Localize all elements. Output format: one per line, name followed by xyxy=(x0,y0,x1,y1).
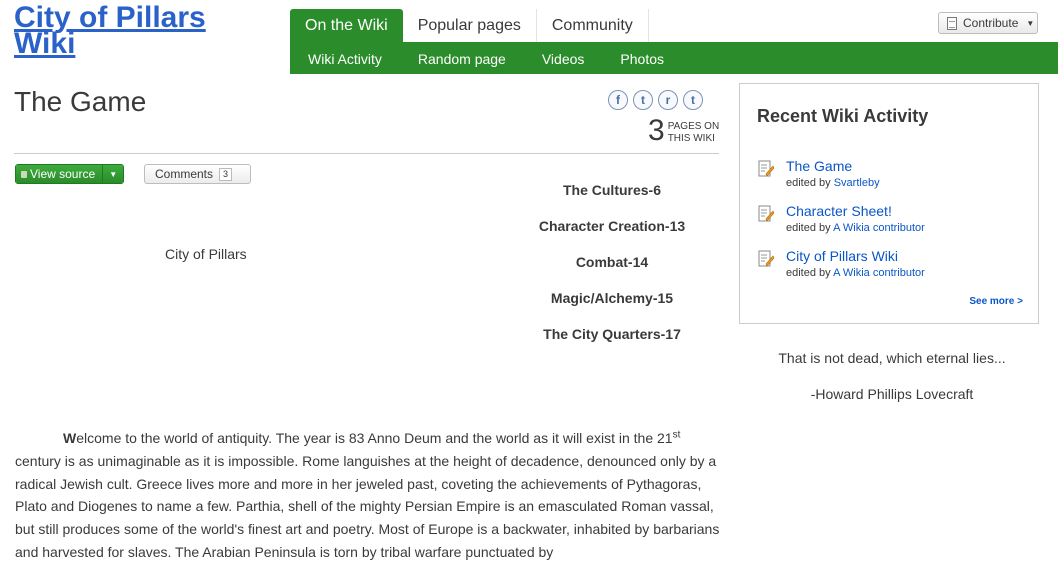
chevron-down-icon[interactable]: ▼ xyxy=(102,165,124,183)
see-more-link[interactable]: See more > xyxy=(969,296,1023,307)
view-source-label: View source xyxy=(30,167,96,181)
activity-item-meta: edited by A Wikia contributor xyxy=(786,222,925,234)
activity-item-user[interactable]: A Wikia contributor xyxy=(833,267,925,279)
contribute-label: Contribute xyxy=(963,16,1019,30)
article-intro-paragraph: Welcome to the world of antiquity. The y… xyxy=(15,427,723,564)
page-counter: 3 PAGES ON THIS WIKI xyxy=(648,116,723,146)
twitter-icon[interactable]: t xyxy=(633,90,653,110)
wiki-title-link[interactable]: City of Pillars Wiki xyxy=(14,3,254,59)
page-edit-icon xyxy=(758,205,774,222)
page-count-number: 3 xyxy=(648,114,665,147)
page-edit-icon xyxy=(758,250,774,267)
comments-label: Comments xyxy=(155,167,214,181)
intro-superscript: st xyxy=(672,429,681,441)
facebook-icon[interactable]: f xyxy=(608,90,628,110)
toc-item: The City Quarters-17 xyxy=(543,326,681,342)
page-title: The Game xyxy=(14,86,147,117)
activity-item-meta: edited by Svartleby xyxy=(786,177,880,189)
comments-button[interactable]: Comments 3 xyxy=(144,164,251,184)
activity-item-title[interactable]: City of Pillars Wiki xyxy=(786,248,898,264)
activity-item-title[interactable]: Character Sheet! xyxy=(786,203,892,219)
reddit-icon[interactable]: r xyxy=(658,90,678,110)
intro-text-part2: century is as unimaginable as it is impo… xyxy=(15,452,720,560)
page-edit-icon xyxy=(758,160,774,177)
header-divider xyxy=(14,153,719,154)
view-source-main[interactable]: View source xyxy=(16,165,103,183)
nav-tabs: On the Wiki Popular pages Community xyxy=(290,9,649,42)
quote-attribution: -Howard Phillips Lovecraft xyxy=(810,386,974,402)
subnav-photos[interactable]: Photos xyxy=(602,42,682,74)
document-icon xyxy=(947,16,957,30)
toc-item: The Cultures-6 xyxy=(562,182,661,198)
page-count-label: PAGES ON THIS WIKI xyxy=(667,121,720,144)
activity-item: The Game edited by Svartleby xyxy=(758,158,1028,194)
toc-item: Combat-14 xyxy=(575,254,649,270)
lock-icon xyxy=(21,170,27,178)
tab-community[interactable]: Community xyxy=(537,9,649,42)
activity-item-user[interactable]: Svartleby xyxy=(834,177,880,189)
tumblr-icon[interactable]: t xyxy=(683,90,703,110)
activity-item: City of Pillars Wiki edited by A Wikia c… xyxy=(758,248,1028,284)
toc-item: Magic/Alchemy-15 xyxy=(550,290,674,306)
subnav-videos[interactable]: Videos xyxy=(524,42,603,74)
subnav-bar: Wiki Activity Random page Videos Photos xyxy=(290,42,1058,74)
intro-first-letter: W xyxy=(63,430,77,446)
activity-item-user[interactable]: A Wikia contributor xyxy=(833,222,925,234)
subnav-random-page[interactable]: Random page xyxy=(400,42,524,74)
tab-on-the-wiki[interactable]: On the Wiki xyxy=(290,9,403,42)
intro-text-part1: elcome to the world of antiquity. The ye… xyxy=(76,430,673,446)
comments-count-badge: 3 xyxy=(219,167,233,181)
activity-item-meta: edited by A Wikia contributor xyxy=(786,267,925,279)
recent-activity-title: Recent Wiki Activity xyxy=(757,106,929,126)
chevron-down-icon: ▼ xyxy=(1026,18,1035,28)
activity-item-title[interactable]: The Game xyxy=(786,158,852,174)
city-image-caption: City of Pillars xyxy=(165,246,247,262)
subnav-wiki-activity[interactable]: Wiki Activity xyxy=(290,42,400,74)
table-of-contents: The Cultures-6 Character Creation-13 Com… xyxy=(505,182,719,362)
toc-item: Character Creation-13 xyxy=(538,218,686,234)
view-source-button[interactable]: View source ▼ xyxy=(15,164,125,184)
share-buttons: f t r t xyxy=(608,90,703,110)
recent-activity-module: Recent Wiki Activity The Game edited by … xyxy=(739,83,1039,324)
activity-item: Character Sheet! edited by A Wikia contr… xyxy=(758,203,1028,239)
quote-line: That is not dead, which eternal lies... xyxy=(778,350,1006,366)
contribute-button[interactable]: Contribute ▼ xyxy=(938,12,1038,34)
tab-popular-pages[interactable]: Popular pages xyxy=(403,9,537,42)
